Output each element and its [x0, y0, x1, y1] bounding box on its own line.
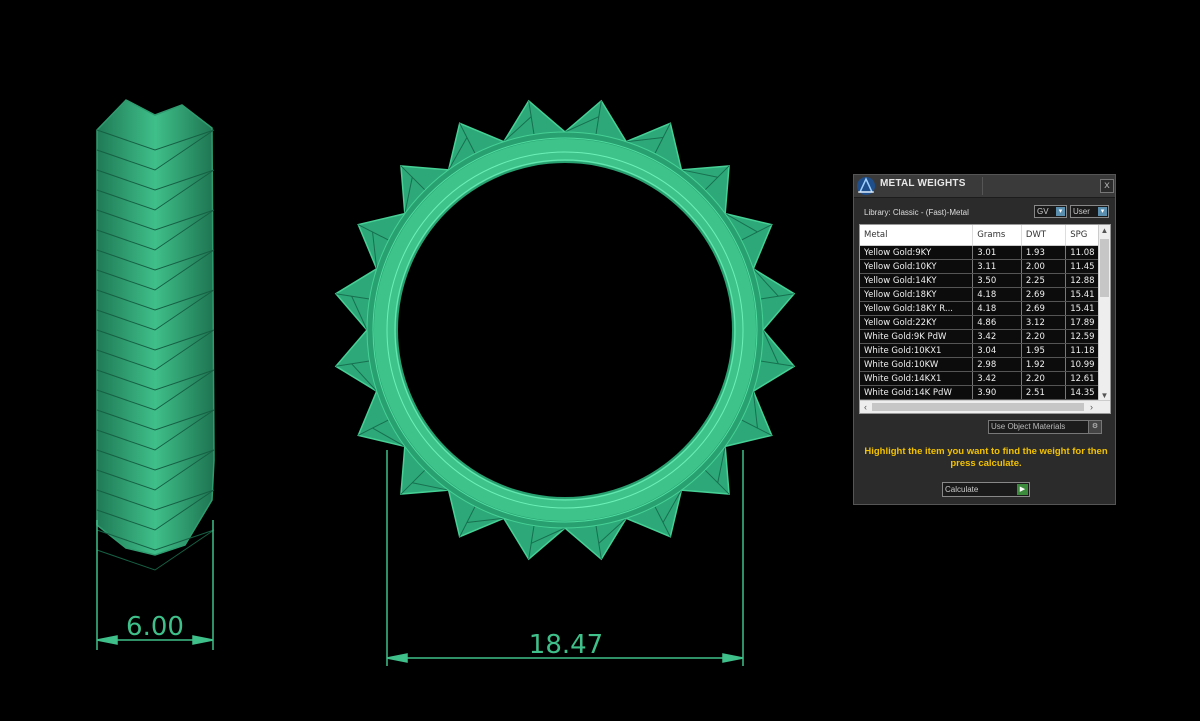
cell-dwt: 3.12 [1021, 315, 1067, 330]
cell-dwt: 2.69 [1021, 301, 1067, 316]
panel-titlebar[interactable]: METAL WEIGHTS x [854, 175, 1115, 198]
table-row[interactable]: White Gold:10KX1 3.04 1.95 11.18 [860, 343, 1110, 358]
column-header-dwt[interactable]: DWT [1021, 225, 1067, 246]
scroll-thumb[interactable] [872, 403, 1084, 411]
table-row[interactable]: Yellow Gold:9KY 3.01 1.93 11.08 [860, 245, 1110, 260]
cell-metal: White Gold:14K PdW [860, 385, 974, 400]
use-object-materials-select[interactable]: Use Object Materials ⚙ [988, 420, 1102, 434]
vertical-scrollbar[interactable]: ▲ ▼ [1098, 225, 1110, 401]
cell-dwt: 1.92 [1021, 357, 1067, 372]
cell-grams: 4.86 [972, 315, 1022, 330]
close-button[interactable]: x [1100, 179, 1114, 193]
table-row[interactable]: White Gold:10KW 2.98 1.92 10.99 [860, 357, 1110, 372]
cell-grams: 4.18 [972, 301, 1022, 316]
library-label: Library: Classic - (Fast)-Metal [864, 208, 969, 217]
cell-dwt: 1.95 [1021, 343, 1067, 358]
cell-metal: Yellow Gold:10KY [860, 259, 974, 274]
cell-metal: Yellow Gold:22KY [860, 315, 974, 330]
unit-select-value: GV [1037, 207, 1049, 216]
dropdown-arrow-icon: ▾ [1056, 207, 1065, 216]
cell-dwt: 2.51 [1021, 385, 1067, 400]
instructions-text: Highlight the item you want to find the … [864, 446, 1108, 469]
cell-grams: 3.11 [972, 259, 1022, 274]
unit-select[interactable]: GV ▾ [1034, 205, 1067, 218]
cell-grams: 3.42 [972, 371, 1022, 386]
scroll-thumb[interactable] [1100, 239, 1109, 297]
cell-metal: White Gold:14KX1 [860, 371, 974, 386]
scroll-left-icon[interactable]: ‹ [860, 401, 871, 413]
column-header-metal[interactable]: Metal [860, 225, 974, 246]
cell-metal: Yellow Gold:18KY R... [860, 301, 974, 316]
ring-side-view [96, 99, 215, 571]
cell-grams: 3.42 [972, 329, 1022, 344]
cell-metal: White Gold:10KW [860, 357, 974, 372]
table-row[interactable]: Yellow Gold:18KY 4.18 2.69 15.41 [860, 287, 1110, 302]
table-row[interactable]: White Gold:14K PdW 3.90 2.51 14.35 [860, 385, 1110, 400]
settings-icon: ⚙ [1088, 421, 1101, 433]
ring-top-view [334, 99, 796, 561]
title-divider [982, 177, 983, 195]
diameter-dimension-label: 18.47 [529, 630, 603, 660]
cell-metal: Yellow Gold:9KY [860, 245, 974, 260]
app-logo-icon [857, 177, 875, 195]
cell-metal: Yellow Gold:18KY [860, 287, 974, 302]
calculate-button[interactable]: Calculate ▶ [942, 482, 1030, 497]
table-row[interactable]: Yellow Gold:10KY 3.11 2.00 11.45 [860, 259, 1110, 274]
cell-dwt: 2.69 [1021, 287, 1067, 302]
cell-grams: 3.04 [972, 343, 1022, 358]
cell-grams: 3.01 [972, 245, 1022, 260]
table-header-row: Metal Grams DWT SPG [860, 225, 1110, 246]
horizontal-scrollbar[interactable]: ‹ › [860, 400, 1110, 413]
table-row[interactable]: White Gold:14KX1 3.42 2.20 12.61 [860, 371, 1110, 386]
calculate-label: Calculate [945, 485, 979, 494]
table-row[interactable]: Yellow Gold:22KY 4.86 3.12 17.89 [860, 315, 1110, 330]
cell-grams: 3.90 [972, 385, 1022, 400]
metal-weights-panel: METAL WEIGHTS x Library: Classic - (Fast… [853, 174, 1116, 505]
cell-dwt: 1.93 [1021, 245, 1067, 260]
column-header-grams[interactable]: Grams [972, 225, 1022, 246]
panel-title: METAL WEIGHTS [880, 178, 966, 189]
cell-grams: 2.98 [972, 357, 1022, 372]
close-icon: x [1104, 180, 1110, 191]
scroll-up-icon[interactable]: ▲ [1099, 225, 1110, 236]
cell-dwt: 2.20 [1021, 371, 1067, 386]
cell-dwt: 2.00 [1021, 259, 1067, 274]
cell-dwt: 2.25 [1021, 273, 1067, 288]
cell-grams: 3.50 [972, 273, 1022, 288]
width-dimension-label: 6.00 [126, 612, 184, 642]
dropdown-arrow-icon: ▾ [1098, 207, 1107, 216]
user-select-value: User [1073, 207, 1090, 216]
cell-dwt: 2.20 [1021, 329, 1067, 344]
user-select[interactable]: User ▾ [1070, 205, 1109, 218]
cell-metal: Yellow Gold:14KY [860, 273, 974, 288]
table-row[interactable]: White Gold:9K PdW 3.42 2.20 12.59 [860, 329, 1110, 344]
scroll-right-icon[interactable]: › [1086, 401, 1097, 413]
table-row[interactable]: Yellow Gold:14KY 3.50 2.25 12.88 [860, 273, 1110, 288]
use-object-materials-label: Use Object Materials [991, 422, 1066, 431]
play-icon: ▶ [1017, 484, 1028, 495]
cell-metal: White Gold:9K PdW [860, 329, 974, 344]
table-row[interactable]: Yellow Gold:18KY R... 4.18 2.69 15.41 [860, 301, 1110, 316]
cell-grams: 4.18 [972, 287, 1022, 302]
cell-metal: White Gold:10KX1 [860, 343, 974, 358]
metal-table[interactable]: Metal Grams DWT SPG Yellow Gold:9KY 3.01 1… [859, 224, 1111, 414]
